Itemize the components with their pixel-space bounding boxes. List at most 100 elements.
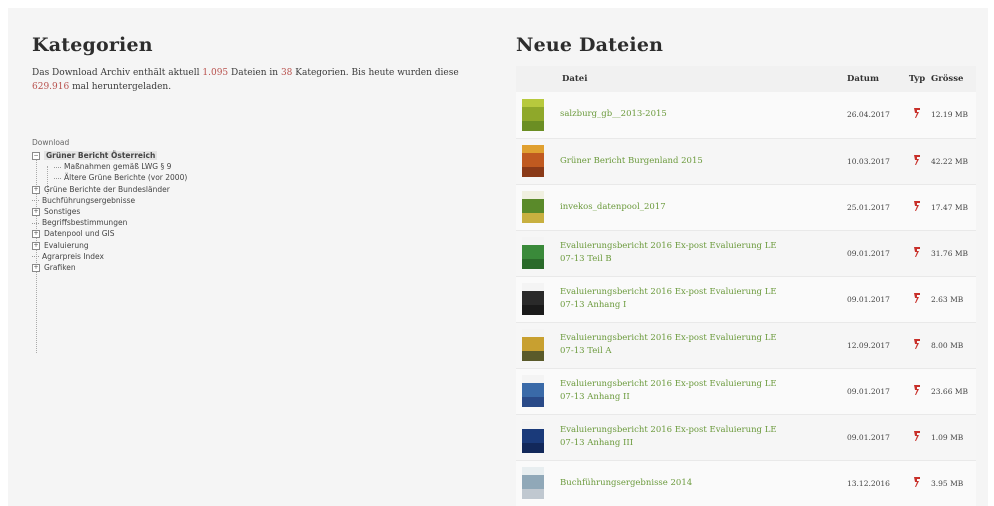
file-name-line1[interactable]: Evaluierungsbericht 2016 Ex-post Evaluie…	[560, 379, 777, 389]
pdf-file-icon[interactable]	[912, 200, 922, 212]
thumbnail-band	[522, 397, 544, 407]
tree-items: − Grüner Bericht Österreich Maßnahmen gemä…	[32, 150, 352, 273]
tree-item[interactable]: + Datenpool und GIS	[32, 228, 352, 239]
tree-item-label[interactable]: Maßnahmen gemäß LWG § 9	[64, 162, 171, 171]
file-name-line1[interactable]: Buchführungsergebnisse 2014	[560, 478, 692, 488]
document-thumbnail[interactable]	[522, 467, 544, 499]
file-name-line1[interactable]: Evaluierungsbericht 2016 Ex-post Evaluie…	[560, 425, 777, 435]
thumbnail-band	[522, 245, 544, 259]
table-row[interactable]: Evaluierungsbericht 2016 Ex-post Evaluie…	[516, 414, 976, 460]
document-thumbnail[interactable]	[522, 329, 544, 361]
file-name-link[interactable]: Evaluierungsbericht 2016 Ex-post Evaluie…	[559, 230, 846, 276]
thumbnail-band	[522, 429, 544, 443]
table-row[interactable]: Evaluierungsbericht 2016 Ex-post Evaluie…	[516, 230, 976, 276]
file-size: 23.66 MB	[931, 386, 969, 396]
table-row[interactable]: Evaluierungsbericht 2016 Ex-post Evaluie…	[516, 368, 976, 414]
column-header-date[interactable]: Datum	[846, 66, 904, 92]
collapse-icon[interactable]: −	[32, 152, 40, 160]
file-name-line1[interactable]: Grüner Bericht Burgenland 2015	[560, 156, 703, 166]
table-row[interactable]: Evaluierungsbericht 2016 Ex-post Evaluie…	[516, 322, 976, 368]
tree-connector	[32, 222, 39, 224]
file-name-link[interactable]: salzburg_gb__2013-2015	[559, 92, 846, 138]
file-name-link[interactable]: Grüner Bericht Burgenland 2015	[559, 138, 846, 184]
document-thumbnail[interactable]	[522, 145, 544, 177]
table-row[interactable]: invekos_datenpool_2017 25.01.2017 17.47 MB	[516, 184, 976, 230]
file-name-line2[interactable]: 07-13 Anhang II	[560, 392, 630, 402]
table-row[interactable]: salzburg_gb__2013-2015 26.04.2017 12.19 MB	[516, 92, 976, 138]
file-name-line1[interactable]: Evaluierungsbericht 2016 Ex-post Evaluie…	[560, 333, 777, 343]
pdf-file-icon[interactable]	[912, 476, 922, 488]
file-name-line1[interactable]: Evaluierungsbericht 2016 Ex-post Evaluie…	[560, 241, 777, 251]
file-name-line1[interactable]: Evaluierungsbericht 2016 Ex-post Evaluie…	[560, 287, 777, 297]
table-row[interactable]: Buchführungsergebnisse 2014 13.12.2016 3.9…	[516, 460, 976, 506]
tree-item-label[interactable]: Begriffsbestimmungen	[42, 218, 127, 227]
tree-item-label[interactable]: Datenpool und GIS	[44, 229, 115, 238]
tree-item[interactable]: + Evaluierung	[32, 240, 352, 251]
document-thumbnail[interactable]	[522, 98, 544, 131]
tree-item[interactable]: Buchführungsergebnisse	[32, 195, 352, 206]
tree-item-label[interactable]: Grüne Berichte der Bundesländer	[44, 185, 170, 194]
tree-item[interactable]: Begriffsbestimmungen	[32, 217, 352, 228]
file-name-line2[interactable]: 07-13 Teil A	[560, 346, 612, 356]
column-header-size[interactable]: Grösse	[930, 66, 976, 92]
file-name-link[interactable]: Buchführungsergebnisse 2014	[559, 460, 846, 506]
expand-icon[interactable]: +	[32, 185, 40, 194]
pdf-file-icon[interactable]	[912, 292, 922, 304]
tree-item[interactable]: + Sonstiges	[32, 206, 352, 217]
file-type-cell	[904, 368, 930, 414]
tree-item[interactable]: Maßnahmen gemäß LWG § 9	[32, 161, 352, 172]
document-thumbnail[interactable]	[522, 237, 544, 269]
tree-item-label[interactable]: Agrarpreis Index	[42, 252, 104, 261]
expand-icon[interactable]: +	[32, 241, 40, 250]
file-name-line2[interactable]: 07-13 Anhang I	[560, 300, 626, 310]
column-header-type[interactable]: Typ	[904, 66, 930, 92]
tree-item[interactable]: Agrarpreis Index	[32, 251, 352, 262]
document-thumbnail[interactable]	[522, 421, 544, 453]
tree-item-label[interactable]: Grafiken	[44, 263, 76, 272]
thumbnail-band	[522, 305, 544, 315]
tree-item[interactable]: + Grafiken	[32, 262, 352, 273]
tree-connector	[32, 200, 39, 202]
pdf-file-icon[interactable]	[912, 338, 922, 350]
tree-item-label[interactable]: Ältere Grüne Berichte (vor 2000)	[64, 173, 187, 182]
pdf-file-icon[interactable]	[912, 430, 922, 442]
tree-item-label[interactable]: Evaluierung	[44, 241, 89, 250]
expand-icon[interactable]: +	[32, 263, 40, 272]
file-name-link[interactable]: Evaluierungsbericht 2016 Ex-post Evaluie…	[559, 414, 846, 460]
thumbnail-band	[522, 153, 544, 167]
file-name-link[interactable]: Evaluierungsbericht 2016 Ex-post Evaluie…	[559, 276, 846, 322]
table-row[interactable]: Grüner Bericht Burgenland 2015 10.03.2017…	[516, 138, 976, 184]
file-size: 31.76 MB	[931, 248, 969, 258]
pdf-file-icon[interactable]	[912, 107, 922, 119]
expand-icon[interactable]: +	[32, 230, 40, 239]
expand-icon[interactable]: +	[32, 207, 40, 216]
table-row[interactable]: Evaluierungsbericht 2016 Ex-post Evaluie…	[516, 276, 976, 322]
tree-item[interactable]: Ältere Grüne Berichte (vor 2000)	[32, 172, 352, 183]
pdf-file-icon[interactable]	[912, 384, 922, 396]
pdf-file-icon[interactable]	[912, 154, 922, 166]
column-header-file[interactable]: Datei	[516, 66, 846, 92]
document-thumbnail[interactable]	[522, 191, 544, 223]
file-date: 26.04.2017	[847, 110, 890, 120]
tree-item-label[interactable]: Sonstiges	[44, 207, 80, 216]
file-name-line1[interactable]: invekos_datenpool_2017	[560, 202, 666, 212]
tree-item-label[interactable]: Grüner Bericht Österreich	[44, 151, 158, 160]
tree-item-label[interactable]: Buchführungsergebnisse	[42, 196, 135, 205]
file-date: 12.09.2017	[847, 340, 890, 350]
tree-item[interactable]: − Grüner Bericht Österreich	[32, 150, 352, 161]
document-thumbnail[interactable]	[522, 375, 544, 407]
document-thumbnail[interactable]	[522, 283, 544, 315]
file-type-cell	[904, 414, 930, 460]
thumbnail-band	[522, 167, 544, 177]
file-name-line1[interactable]: salzburg_gb__2013-2015	[560, 109, 667, 119]
file-name-line2[interactable]: 07-13 Teil B	[560, 254, 612, 264]
tree-connector	[54, 177, 61, 179]
file-name-link[interactable]: Evaluierungsbericht 2016 Ex-post Evaluie…	[559, 322, 846, 368]
file-name-link[interactable]: Evaluierungsbericht 2016 Ex-post Evaluie…	[559, 368, 846, 414]
tree-item[interactable]: + Grüne Berichte der Bundesländer	[32, 184, 352, 195]
file-name-line2[interactable]: 07-13 Anhang III	[560, 438, 633, 448]
file-name-link[interactable]: invekos_datenpool_2017	[559, 184, 846, 230]
pdf-file-icon[interactable]	[912, 246, 922, 258]
file-type-cell	[904, 92, 930, 138]
thumbnail-cell	[516, 92, 559, 138]
